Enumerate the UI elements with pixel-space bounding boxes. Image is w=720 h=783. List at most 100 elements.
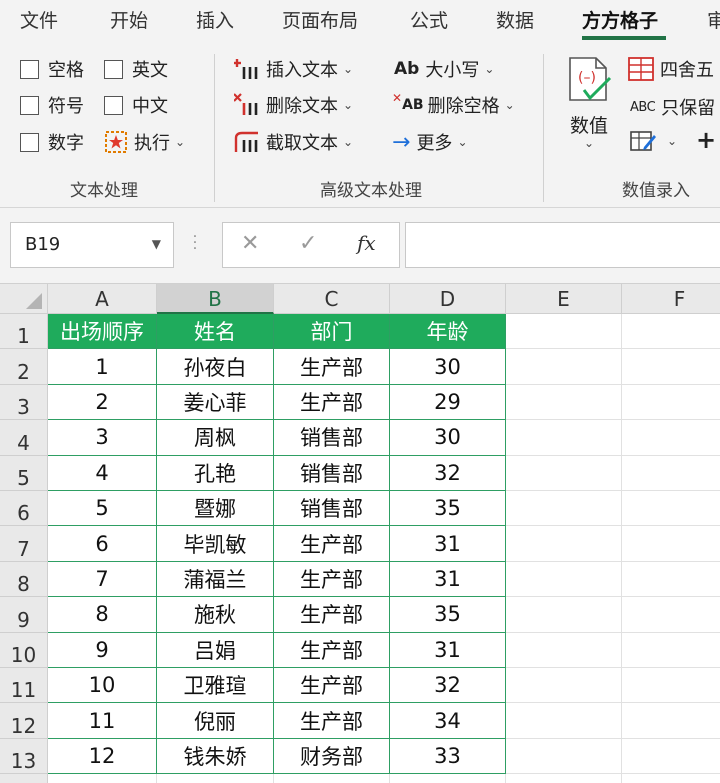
delete-space-button[interactable]: ✕ AB 删除空格 ⌄ [392, 91, 515, 118]
extract-text-button[interactable]: 截取文本 ⌄ [234, 129, 353, 155]
row-header[interactable]: 10 [0, 632, 48, 668]
table-cell[interactable]: 生产部 [274, 526, 390, 562]
tab-home[interactable]: 开始 [110, 6, 148, 33]
empty-cell[interactable] [622, 456, 720, 491]
table-cell[interactable]: 2 [48, 384, 157, 421]
checkbox-symbol[interactable]: 符号 [20, 92, 84, 118]
table-header-cell[interactable]: 部门 [274, 314, 390, 350]
empty-cell[interactable] [506, 738, 622, 775]
column-header-b[interactable]: B [157, 284, 274, 314]
table-cell[interactable]: 孔艳 [157, 455, 274, 491]
execute-button[interactable]: 执行 ⌄ [104, 129, 185, 155]
table-cell[interactable]: 暨娜 [157, 491, 274, 527]
table-cell[interactable]: 31 [390, 561, 506, 598]
table-header-cell[interactable]: 年龄 [390, 314, 506, 350]
tab-file[interactable]: 文件 [20, 6, 58, 33]
insert-function-icon[interactable]: fx [357, 231, 376, 255]
row-header[interactable]: 6 [0, 491, 48, 527]
delete-text-button[interactable]: 删除文本 ⌄ [234, 92, 353, 118]
empty-cell[interactable] [506, 526, 622, 562]
checkbox-space[interactable]: 空格 [20, 56, 84, 82]
table-header-cell[interactable]: 姓名 [157, 314, 274, 350]
row-header[interactable]: 12 [0, 703, 48, 739]
empty-cell[interactable] [506, 420, 622, 456]
table-cell[interactable]: 34 [390, 703, 506, 739]
row-header[interactable]: 5 [0, 455, 48, 491]
row-header[interactable]: 13 [0, 738, 48, 775]
table-cell[interactable]: 生产部 [274, 384, 390, 421]
table-cell[interactable]: 11 [48, 703, 157, 739]
table-header-cell[interactable]: 出场顺序 [48, 314, 157, 350]
value-button[interactable]: (–) 数值 ⌄ [566, 56, 612, 150]
table-cell[interactable]: 31 [390, 632, 506, 668]
table-cell[interactable]: 8 [48, 597, 157, 633]
table-cell[interactable]: 吕娟 [157, 632, 274, 668]
checkbox-box[interactable] [104, 95, 123, 115]
checkbox-chinese[interactable]: 中文 [104, 92, 168, 118]
table-cell[interactable]: 销售部 [274, 420, 390, 456]
tab-data[interactable]: 数据 [496, 6, 534, 33]
tab-insert[interactable]: 插入 [196, 6, 234, 33]
table-cell[interactable]: 施秋 [157, 597, 274, 633]
empty-cell[interactable] [622, 633, 720, 668]
table-cell[interactable]: 销售部 [274, 491, 390, 527]
row-header[interactable]: 1 [0, 314, 48, 350]
empty-cell[interactable] [622, 562, 720, 598]
table-cell[interactable]: 30 [390, 349, 506, 385]
select-all-corner[interactable] [0, 284, 48, 314]
checkbox-box[interactable] [20, 95, 39, 115]
cancel-icon[interactable]: ✕ [241, 231, 259, 256]
empty-cell[interactable] [622, 703, 720, 739]
empty-cell[interactable] [390, 774, 506, 783]
table-cell[interactable]: 生产部 [274, 632, 390, 668]
table-cell[interactable]: 33 [390, 738, 506, 775]
table-cell[interactable]: 6 [48, 526, 157, 562]
tab-formulas[interactable]: 公式 [410, 6, 448, 33]
tab-page-layout[interactable]: 页面布局 [282, 6, 358, 33]
empty-cell[interactable] [622, 491, 720, 527]
case-button[interactable]: Ab 大小写 ⌄ [394, 56, 494, 82]
table-cell[interactable]: 蒲福兰 [157, 561, 274, 598]
table-cell[interactable]: 32 [390, 668, 506, 704]
table-cell[interactable]: 4 [48, 455, 157, 491]
plus-icon[interactable]: + [696, 126, 716, 154]
table-cell[interactable]: 生产部 [274, 349, 390, 385]
round-button[interactable]: 四舍五 [628, 56, 714, 82]
column-header-d[interactable]: D [390, 284, 506, 314]
empty-cell[interactable] [622, 739, 720, 775]
empty-cell[interactable] [622, 526, 720, 562]
empty-cell[interactable] [506, 632, 622, 668]
table-cell[interactable]: 销售部 [274, 455, 390, 491]
row-header[interactable]: 9 [0, 597, 48, 633]
column-header-a[interactable]: A [48, 284, 157, 314]
table-cell[interactable]: 35 [390, 491, 506, 527]
table-cell[interactable]: 29 [390, 384, 506, 421]
table-cell[interactable]: 3 [48, 420, 157, 456]
table-cell[interactable]: 卫雅瑄 [157, 668, 274, 704]
table-cell[interactable]: 5 [48, 491, 157, 527]
table-cell[interactable]: 周枫 [157, 420, 274, 456]
table-cell[interactable]: 财务部 [274, 738, 390, 775]
row-header[interactable]: 2 [0, 349, 48, 385]
empty-cell[interactable] [506, 384, 622, 421]
table-cell[interactable]: 钱朱娇 [157, 738, 274, 775]
table-cell[interactable]: 10 [48, 668, 157, 704]
checkbox-number[interactable]: 数字 [20, 129, 84, 155]
row-header[interactable]: 3 [0, 384, 48, 421]
table-cell[interactable]: 生产部 [274, 561, 390, 598]
row-header[interactable] [0, 774, 48, 783]
empty-cell[interactable] [622, 774, 720, 783]
column-header-f[interactable]: F [622, 284, 720, 314]
table-cell[interactable]: 孙夜白 [157, 349, 274, 385]
empty-cell[interactable] [622, 349, 720, 385]
keep-only-button[interactable]: ABC 只保留 [630, 94, 715, 120]
row-header[interactable]: 11 [0, 668, 48, 704]
insert-text-button[interactable]: 插入文本 ⌄ [234, 56, 353, 82]
row-header[interactable]: 4 [0, 420, 48, 456]
drag-handle-icon[interactable]: · · · [192, 230, 198, 256]
more-button[interactable]: → 更多 ⌄ [392, 129, 468, 155]
table-cell[interactable]: 倪丽 [157, 703, 274, 739]
empty-cell[interactable] [506, 561, 622, 598]
empty-cell[interactable] [622, 597, 720, 633]
empty-cell[interactable] [622, 420, 720, 456]
